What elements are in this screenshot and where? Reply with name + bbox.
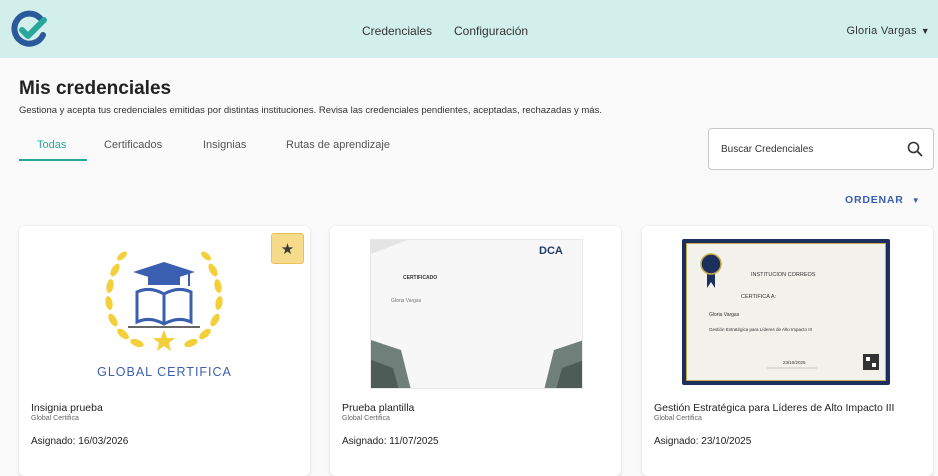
chevron-down-icon: ▼ <box>911 196 921 205</box>
certificate-body: INSTITUCION CORREOS CERTIFICA A: Gloria … <box>686 243 886 381</box>
certificate-logo-text: DCA <box>539 245 563 257</box>
page-title: Mis credenciales <box>19 78 172 99</box>
card-assigned-date: Asignado: 11/07/2025 <box>342 436 439 447</box>
certificate-thumbnail: CERTIFICADO Gloria Vargas DCA <box>370 239 583 389</box>
card-issuer: Global Certifica <box>654 415 702 422</box>
search-icon[interactable] <box>907 141 923 157</box>
card-title: Insignia prueba <box>31 402 103 414</box>
search-input[interactable]: Buscar Credenciales <box>721 144 813 155</box>
sort-label: ORDENAR <box>845 194 904 206</box>
badge-image <box>105 251 223 351</box>
certificate-recipient: Gloria Vargas <box>391 298 422 304</box>
tab-certificados[interactable]: Certificados <box>104 139 162 151</box>
nav-configuracion[interactable]: Configuración <box>454 24 528 38</box>
credential-card-prueba-plantilla[interactable]: CERTIFICADO Gloria Vargas DCA Prueba pla… <box>330 226 621 476</box>
credential-card-gestion-estrategica[interactable]: INSTITUCION CORREOS CERTIFICA A: Gloria … <box>642 226 933 476</box>
card-title: Gestión Estratégica para Líderes de Alto… <box>654 402 895 414</box>
user-name: Gloria Vargas <box>846 25 917 37</box>
card-issuer: Global Certifica <box>342 415 390 422</box>
star-icon: ★ <box>280 241 295 258</box>
tab-rutas-de-aprendizaje[interactable]: Rutas de aprendizaje <box>286 139 390 151</box>
certificate-course: Gestión Estratégica para Líderes de Alto… <box>709 327 813 332</box>
app-logo-icon[interactable] <box>10 9 50 49</box>
badge-text: GLOBAL CERTIFICA <box>97 365 232 379</box>
favorite-button[interactable]: ★ <box>271 233 304 264</box>
credential-card-insignia-prueba[interactable]: GLOBAL CERTIFICA ★ Insignia prueba Globa… <box>19 226 310 476</box>
card-title: Prueba plantilla <box>342 402 415 414</box>
certificate-decoration <box>371 240 582 388</box>
card-assigned-date: Asignado: 23/10/2025 <box>654 436 752 447</box>
certificate-recipient: Gloria Vargas <box>709 312 740 318</box>
certificate-date: 23/10/2025 <box>783 360 806 365</box>
nav-credenciales[interactable]: Credenciales <box>362 24 432 38</box>
card-issuer: Global Certifica <box>31 415 79 422</box>
active-tab-indicator <box>19 159 87 161</box>
search-credentials-field[interactable]: Buscar Credenciales <box>708 128 934 170</box>
certificate-heading: CERTIFICADO <box>403 275 438 281</box>
tab-todas[interactable]: Todas <box>37 139 66 151</box>
chevron-down-icon: ▼ <box>920 26 930 36</box>
sort-button[interactable]: ORDENAR ▼ <box>845 194 920 206</box>
card-assigned-date: Asignado: 16/03/2026 <box>31 436 129 447</box>
tab-insignias[interactable]: Insignias <box>203 139 246 151</box>
page-subtitle: Gestiona y acepta tus credenciales emiti… <box>19 105 602 116</box>
certificate-heading: CERTIFICA A: <box>741 294 777 300</box>
top-navbar: Credenciales Configuración Gloria Vargas… <box>0 0 938 58</box>
certificate-thumbnail: INSTITUCION CORREOS CERTIFICA A: Gloria … <box>682 239 890 385</box>
user-menu[interactable]: Gloria Vargas ▼ <box>846 25 930 37</box>
certificate-issuer: INSTITUCION CORREOS <box>751 272 816 278</box>
